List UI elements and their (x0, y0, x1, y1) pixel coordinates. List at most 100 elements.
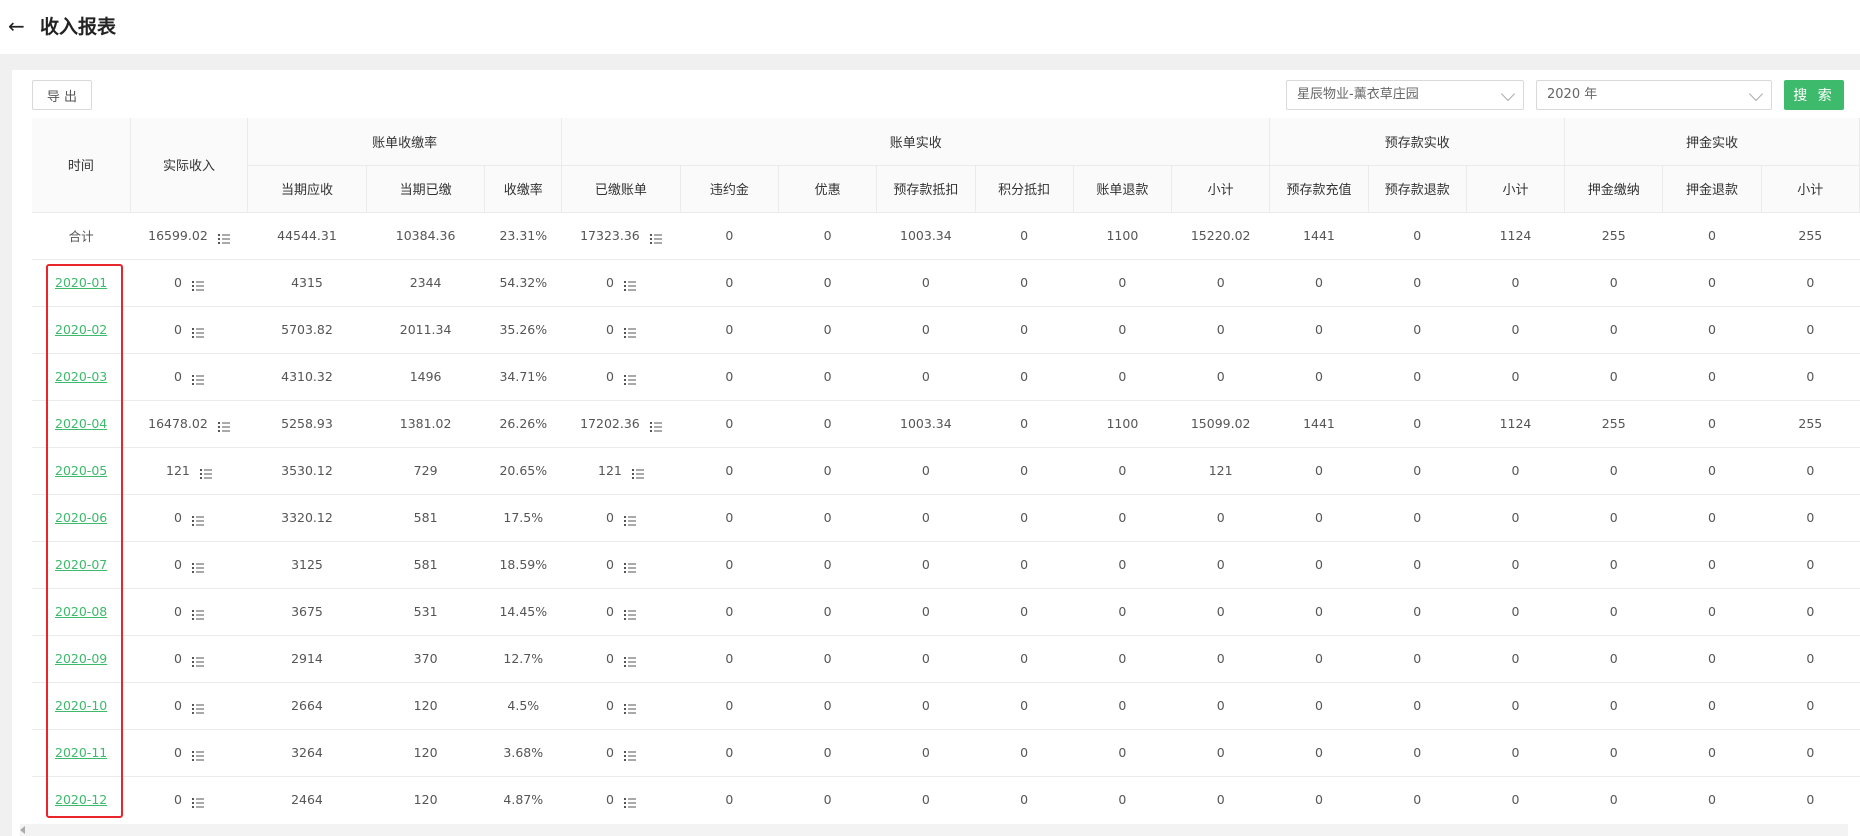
month-link[interactable]: 2020-09 (55, 651, 107, 666)
list-detail-icon[interactable] (623, 326, 636, 338)
list-detail-icon[interactable] (191, 655, 204, 667)
table-cell: 121 (1171, 447, 1270, 495)
table-cell: 0 (1171, 306, 1270, 354)
month-link[interactable]: 2020-02 (55, 322, 107, 337)
list-detail-icon[interactable] (623, 796, 636, 808)
table-cell: 0 (1171, 259, 1270, 307)
list-detail-icon[interactable] (623, 514, 636, 526)
table-cell: 4315 (247, 259, 367, 307)
cell-value: 1003.34 (900, 416, 952, 431)
list-detail-icon[interactable] (191, 796, 204, 808)
year-select[interactable]: 2020 年 (1536, 80, 1772, 110)
list-detail-icon[interactable] (623, 561, 636, 573)
table-cell: 4310.32 (247, 353, 367, 401)
cell-value: 0 (1118, 557, 1127, 572)
month-link[interactable]: 2020-12 (55, 792, 107, 807)
back-arrow-icon[interactable]: ← (8, 14, 28, 38)
list-detail-icon[interactable] (649, 232, 662, 244)
list-detail-icon[interactable] (217, 232, 230, 244)
cell-value: 0 (1806, 792, 1815, 807)
table-row: 2020-09 0 2914 370 12.7% 0 0 0 0 0 0 0 0 0 0 0 0 0 (32, 635, 1860, 683)
cell-value: 0 (1609, 745, 1618, 760)
income-table: 时间 实际收入 账单收缴率 账单实收 预存款实收 押金实收 当期应收 当期已缴 … (32, 118, 1860, 822)
header-time: 时间 (32, 118, 131, 213)
income-table-body: 合计 16599.02 44544.31 10384.36 23.31% 17323.36… (32, 212, 1860, 822)
list-detail-icon[interactable] (623, 373, 636, 385)
table-cell: 0 (1368, 635, 1467, 683)
scroll-left-arrow-icon[interactable] (20, 826, 25, 834)
cell-value: 0 (1413, 792, 1422, 807)
table-cell: 4.5% (484, 682, 562, 730)
table-cell: 0 (1368, 306, 1467, 354)
list-detail-icon[interactable] (623, 608, 636, 620)
month-link[interactable]: 2020-01 (55, 275, 107, 290)
month-link[interactable]: 2020-11 (55, 745, 107, 760)
header-subtotal-deposit: 小计 (1761, 165, 1860, 213)
list-detail-icon[interactable] (191, 749, 204, 761)
header-paid-bills: 已缴账单 (561, 165, 681, 213)
cell-value: 0 (1413, 275, 1422, 290)
table-cell: 2020-03 (32, 353, 131, 401)
cell-value: 0 (1609, 604, 1618, 619)
table-cell: 0 (1368, 212, 1467, 260)
property-select[interactable]: 星辰物业-薰衣草庄园 (1286, 80, 1524, 110)
month-link[interactable]: 2020-08 (55, 604, 107, 619)
cell-value: 0 (1216, 510, 1225, 525)
table-cell: 0 (1073, 494, 1172, 542)
table-cell: 0 (1564, 447, 1663, 495)
month-link[interactable]: 2020-06 (55, 510, 107, 525)
cell-value: 0 (605, 510, 614, 525)
list-detail-icon[interactable] (649, 420, 662, 432)
cell-value: 0 (1413, 557, 1422, 572)
list-detail-icon[interactable] (199, 467, 212, 479)
table-cell: 5703.82 (247, 306, 367, 354)
list-detail-icon[interactable] (191, 373, 204, 385)
table-cell: 0 (778, 776, 877, 822)
list-detail-icon[interactable] (623, 279, 636, 291)
table-cell: 0 (876, 541, 975, 589)
list-detail-icon[interactable] (631, 467, 644, 479)
table-cell: 44544.31 (247, 212, 367, 260)
cell-value: 0 (1708, 651, 1716, 666)
table-cell: 0 (1662, 635, 1762, 683)
list-detail-icon[interactable] (217, 420, 230, 432)
list-detail-icon[interactable] (191, 514, 204, 526)
table-cell: 0 (1269, 447, 1369, 495)
header-subtotal-prestore: 小计 (1466, 165, 1566, 213)
table-cell: 0 (1171, 588, 1270, 636)
list-detail-icon[interactable] (191, 608, 204, 620)
header-bill-rate-group: 账单收缴率 (247, 118, 563, 166)
table-cell: 0 (778, 400, 877, 448)
table-cell: 0 (1564, 635, 1663, 683)
table-cell: 0 (1564, 353, 1663, 401)
list-detail-icon[interactable] (191, 561, 204, 573)
table-cell: 0 (561, 259, 681, 307)
month-link[interactable]: 2020-05 (55, 463, 107, 478)
month-link[interactable]: 2020-07 (55, 557, 107, 572)
list-detail-icon[interactable] (191, 702, 204, 714)
cell-value: 0 (173, 698, 182, 713)
table-cell: 0 (1269, 682, 1369, 730)
month-link[interactable]: 2020-10 (55, 698, 107, 713)
list-detail-icon[interactable] (191, 326, 204, 338)
table-cell: 0 (1368, 494, 1467, 542)
table-cell: 0 (876, 682, 975, 730)
month-link[interactable]: 2020-03 (55, 369, 107, 384)
table-cell: 255 (1761, 212, 1860, 260)
cell-value: 0 (1511, 463, 1520, 478)
cell-value: 2011.34 (399, 322, 452, 337)
table-cell: 0 (130, 353, 248, 401)
export-button[interactable]: 导 出 (32, 80, 92, 110)
list-detail-icon[interactable] (623, 702, 636, 714)
table-cell: 26.26% (484, 400, 562, 448)
list-detail-icon[interactable] (623, 749, 636, 761)
cell-value: 0 (1118, 604, 1127, 619)
list-detail-icon[interactable] (191, 279, 204, 291)
table-cell: 0 (876, 635, 975, 683)
month-link[interactable]: 2020-04 (55, 416, 107, 431)
cell-value: 0 (725, 369, 734, 384)
horizontal-scrollbar[interactable] (20, 824, 1848, 836)
list-detail-icon[interactable] (623, 655, 636, 667)
search-button[interactable]: 搜 索 (1784, 80, 1844, 110)
cell-value: 0 (1216, 792, 1225, 807)
